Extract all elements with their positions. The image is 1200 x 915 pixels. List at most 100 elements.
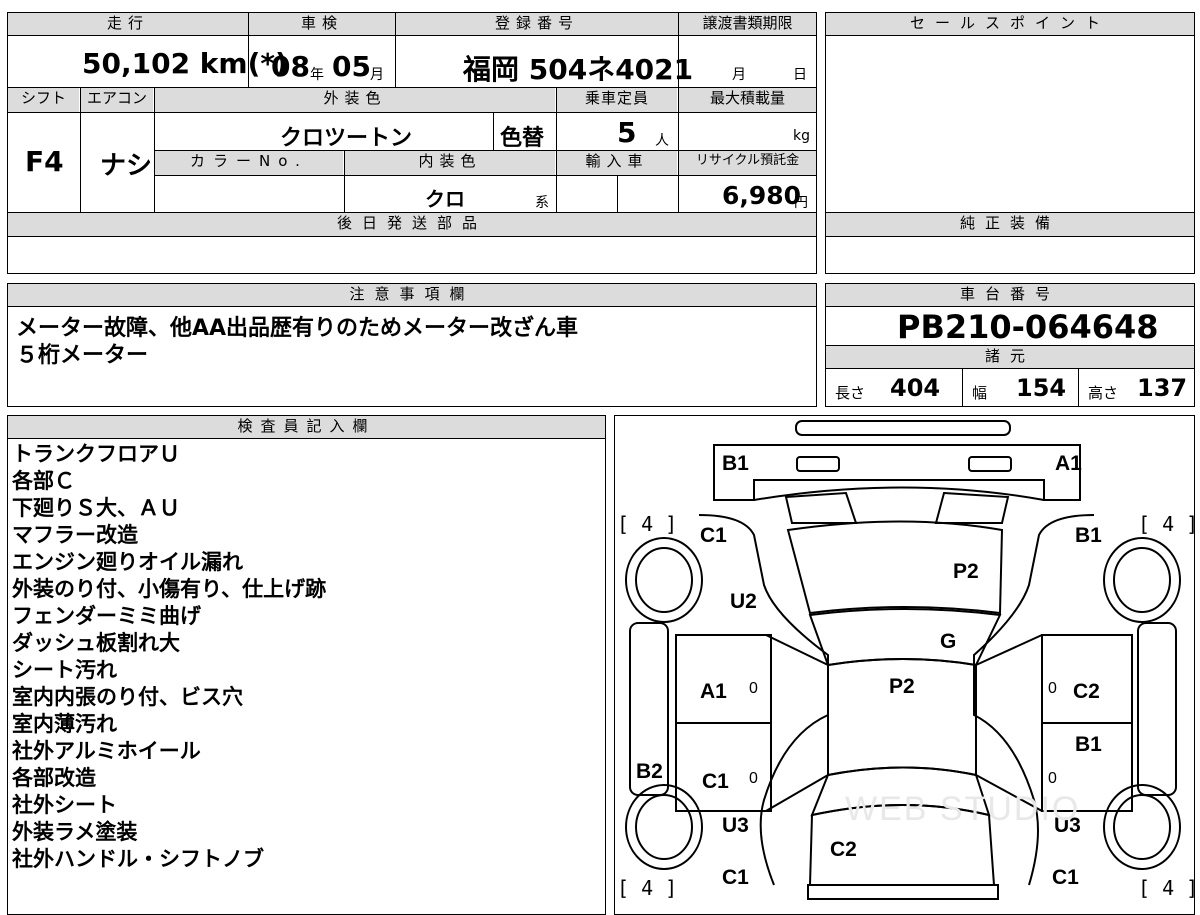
aircon-value: ナシ xyxy=(100,151,153,181)
tire-br-label: [ 4 ] xyxy=(1138,876,1199,900)
registration-header: 登録番号 xyxy=(396,13,678,35)
specs-header: 諸元 xyxy=(826,346,1194,368)
tail-light-right xyxy=(968,456,1012,472)
inspector-note-line: 室内内張のり付、ビス穴 xyxy=(12,685,243,709)
label-trunk: P2 xyxy=(953,560,979,583)
rear-panel-shape xyxy=(713,444,1081,501)
inspector-note-line: 各部改造 xyxy=(12,766,96,790)
label-rear-right: A1 xyxy=(1055,452,1082,475)
registration-value: 福岡 504ネ4021 xyxy=(463,53,694,86)
rear-lamp-left-shape xyxy=(784,491,858,524)
sales-point-header: セールスポイント xyxy=(826,13,1194,35)
label-zero-lrd: 0 xyxy=(749,680,758,697)
max-load-unit: kg xyxy=(793,128,810,144)
month-unit: 月 xyxy=(370,67,384,83)
label-rr-quarter: B1 xyxy=(1075,524,1102,547)
recycle-fee-value: 6,980 xyxy=(722,181,802,210)
label-roof: P2 xyxy=(889,675,915,698)
note-line-2: ５桁メーター xyxy=(16,343,149,368)
label-right-rear-door: C2 xyxy=(1073,680,1100,703)
wheel-rr xyxy=(1103,537,1181,623)
exterior-color-header: 外装色 xyxy=(155,88,555,112)
year-unit: 年 xyxy=(310,67,324,83)
wheel-fl xyxy=(625,784,703,870)
inspector-note-line: シート汚れ xyxy=(12,658,117,682)
label-zero-rrd: 0 xyxy=(1048,680,1057,697)
width-value: 154 xyxy=(1016,374,1067,402)
label-fl-fender: C1 xyxy=(722,866,749,889)
max-load-header: 最大積載量 xyxy=(679,88,816,112)
capacity-header: 乗車定員 xyxy=(557,88,677,112)
label-rear-left: B1 xyxy=(722,452,749,475)
wheel-fr xyxy=(1103,784,1181,870)
label-right-front-door: B1 xyxy=(1075,733,1102,756)
aircon-header: エアコン xyxy=(81,88,153,112)
right-rear-door-shape xyxy=(1041,634,1133,724)
capacity-unit: 人 xyxy=(655,133,669,149)
right-sill-shape xyxy=(1137,622,1177,796)
yen-unit: 円 xyxy=(794,195,808,211)
inspector-note-line: 外装ラメ塗装 xyxy=(12,820,138,844)
inspection-month: 05 xyxy=(332,50,371,83)
inspector-note-line: エンジン廻りオイル漏れ xyxy=(12,550,243,574)
inspector-notes-list: トランクフロアＵ 各部Ｃ 下廻りＳ大、ＡＵ マフラー改造エンジン廻りオイル漏れ外装のり… xyxy=(12,441,326,873)
inspector-header: 検査員記入欄 xyxy=(8,416,605,438)
length-value: 404 xyxy=(890,374,941,402)
deadline-day-unit: 日 xyxy=(793,67,807,83)
label-rl-u: U2 xyxy=(730,590,757,613)
tail-light-left xyxy=(796,456,840,472)
interior-color-value: クロ xyxy=(425,187,465,211)
label-rear-glass: G xyxy=(940,630,957,653)
label-hood: C2 xyxy=(830,838,857,861)
height-value: 137 xyxy=(1137,374,1188,402)
front-bumper-shape xyxy=(807,884,999,900)
inspector-note-line: 社外シート xyxy=(12,793,117,817)
width-label: 幅 xyxy=(972,384,988,402)
label-left-front-door: C1 xyxy=(702,770,729,793)
watermark: WEB STUDIO xyxy=(845,790,1081,828)
rear-glass-shape xyxy=(808,608,1002,667)
chassis-number: PB210-064648 xyxy=(897,308,1159,346)
chassis-header: 車台番号 xyxy=(826,284,1194,306)
inspector-note-line: 社外アルミホイール xyxy=(12,739,201,763)
mileage-header: 走行 xyxy=(8,13,248,35)
capacity-value: 5 xyxy=(617,116,637,149)
inspector-note-line: 各部Ｃ xyxy=(12,469,75,493)
inspector-note-line: 外装のり付、小傷有り、仕上げ跡 xyxy=(12,577,327,601)
notes-header: 注意事項欄 xyxy=(8,284,816,306)
tire-tl-label: [ 4 ] xyxy=(617,512,678,536)
inspector-note-line: ダッシュ板割れ大 xyxy=(12,631,180,655)
inspection-year: 08 xyxy=(271,50,310,83)
label-left-sill: B2 xyxy=(636,760,663,783)
genuine-equipment-header: 純正装備 xyxy=(826,213,1194,236)
tire-tr-label: [ 4 ] xyxy=(1138,512,1199,536)
inspector-note-line: トランクフロアＵ xyxy=(12,442,180,466)
color-no-header: カラーNo. xyxy=(155,151,343,175)
transfer-deadline-header: 譲渡書類期限 xyxy=(679,13,816,35)
rear-lamp-right-shape xyxy=(934,491,1010,524)
later-parts-header: 後日発送部品 xyxy=(8,213,816,236)
inspector-note-line: 室内薄汚れ xyxy=(12,712,117,736)
import-header: 輸入車 xyxy=(557,151,677,175)
inspection-header: 車検 xyxy=(249,13,395,35)
color-change-label: 色替 xyxy=(500,126,545,151)
exterior-color-value: クロツートン xyxy=(280,126,413,151)
label-left-rear-door: A1 xyxy=(700,680,727,703)
label-fr-fender: C1 xyxy=(1052,866,1079,889)
tire-bl-label: [ 4 ] xyxy=(617,876,678,900)
wheel-rl xyxy=(625,537,703,623)
interior-suffix: 系 xyxy=(535,195,549,211)
left-rear-door-shape xyxy=(675,634,772,724)
shift-header: シフト xyxy=(8,88,79,112)
label-zero-rfd: 0 xyxy=(1048,770,1057,787)
inspector-note-line: フェンダーミミ曲げ xyxy=(12,604,201,628)
deadline-month-unit: 月 xyxy=(732,67,746,83)
shift-value: F4 xyxy=(25,145,64,178)
label-rl-quarter: C1 xyxy=(700,524,727,547)
label-zero-lfd: 0 xyxy=(749,770,758,787)
recycle-fee-header: リサイクル預託金 xyxy=(679,151,816,175)
length-label: 長さ xyxy=(835,384,866,402)
inspector-note-line: 下廻りＳ大、ＡＵ xyxy=(12,496,180,520)
inspector-note-line: マフラー改造 xyxy=(12,523,138,547)
label-fl-u: U3 xyxy=(722,814,749,837)
